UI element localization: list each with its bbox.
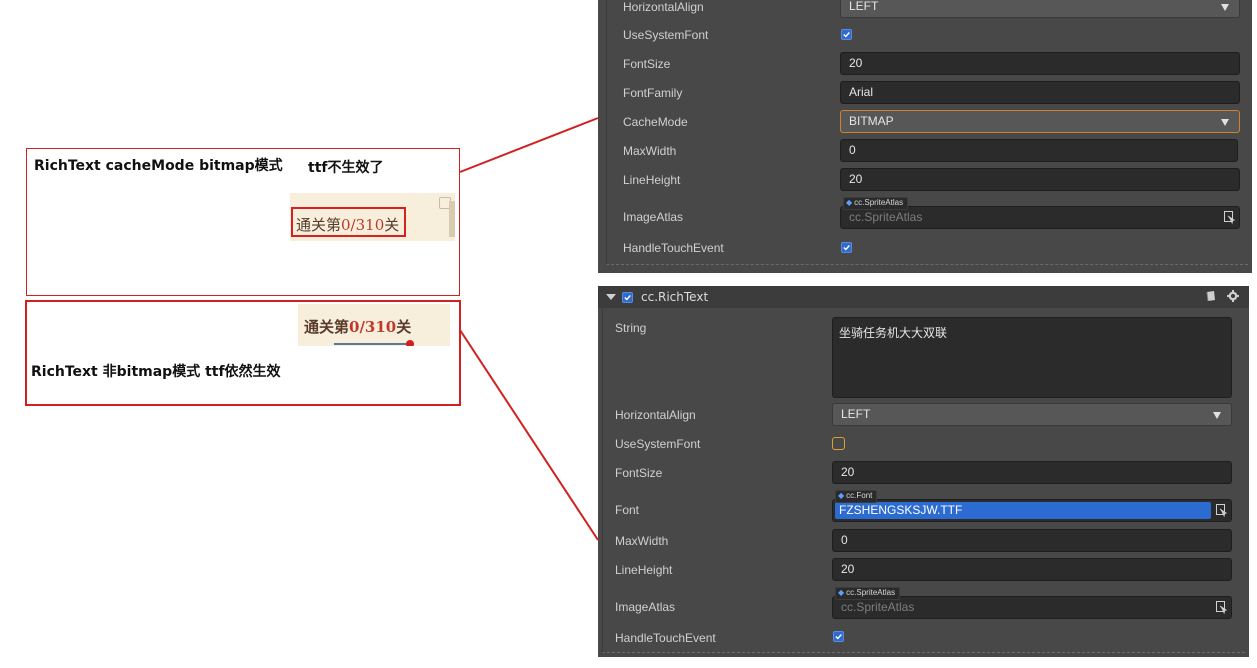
input-max-width[interactable]: 0 — [840, 139, 1238, 162]
input-font-size[interactable]: 20 — [840, 52, 1240, 75]
dropdown-caret-icon — [1221, 4, 1229, 11]
label-cache-mode: CacheMode — [623, 115, 688, 129]
label-horizontal-align: HorizontalAlign — [615, 408, 696, 422]
input-font-size[interactable]: 20 — [832, 461, 1232, 484]
diamond-icon: ◆ — [838, 588, 845, 597]
asset-field-font[interactable]: FZSHENGSKSJW.TTF — [832, 499, 1232, 522]
asset-type-tag: ◆ cc.SpriteAtlas — [843, 197, 909, 210]
checkbox-handle-touch-event[interactable] — [841, 242, 852, 253]
label-image-atlas: ImageAtlas — [623, 210, 684, 224]
label-image-atlas: ImageAtlas — [615, 600, 676, 614]
label-max-width: MaxWidth — [623, 144, 677, 158]
collapse-arrow-icon[interactable] — [606, 294, 616, 300]
select-horizontal-align[interactable]: LEFT — [840, 0, 1240, 18]
help-book-icon[interactable] — [1205, 290, 1217, 302]
label-horizontal-align: HorizontalAlign — [623, 0, 704, 14]
inspector-panel-richtext: cc.RichText String 坐骑任务机大大双联 HorizontalA… — [598, 286, 1249, 657]
asset-picker-icon[interactable] — [1216, 504, 1227, 517]
inspector-panel-top: HorizontalAlign LEFT UseSystemFont FontS… — [598, 0, 1252, 273]
label-use-system-font: UseSystemFont — [623, 28, 709, 42]
input-max-width[interactable]: 0 — [832, 529, 1232, 552]
textarea-string[interactable]: 坐骑任务机大大双联 — [832, 317, 1232, 398]
check-icon — [843, 32, 850, 38]
label-use-system-font: UseSystemFont — [615, 437, 701, 451]
label-line-height: LineHeight — [623, 173, 681, 187]
checkbox-handle-touch-event[interactable] — [833, 631, 844, 642]
label-handle-touch-event: HandleTouchEvent — [615, 631, 716, 645]
select-horizontal-align[interactable]: LEFT — [832, 403, 1232, 426]
connector-line-bottom — [459, 329, 599, 541]
input-line-height[interactable]: 20 — [840, 168, 1240, 191]
label-line-height: LineHeight — [615, 563, 673, 577]
input-font-family[interactable]: Arial — [840, 81, 1240, 104]
diamond-icon: ◆ — [838, 491, 845, 500]
check-icon — [843, 245, 850, 251]
component-enabled-checkbox[interactable] — [622, 291, 633, 303]
dropdown-caret-icon — [1221, 119, 1229, 126]
asset-picker-icon[interactable] — [1224, 211, 1235, 224]
label-font-size: FontSize — [615, 466, 663, 480]
check-icon — [835, 634, 842, 640]
asset-picker-icon[interactable] — [1216, 601, 1227, 614]
label-font-family: FontFamily — [623, 86, 683, 100]
input-line-height[interactable]: 20 — [832, 558, 1232, 581]
dropdown-caret-icon — [1213, 412, 1221, 419]
diamond-icon: ◆ — [846, 198, 853, 207]
checkbox-use-system-font[interactable] — [832, 437, 845, 450]
checkbox-use-system-font[interactable] — [841, 29, 852, 40]
component-title: cc.RichText — [641, 290, 709, 304]
label-font: Font — [615, 503, 640, 517]
component-header[interactable]: cc.RichText — [598, 286, 1249, 308]
font-asset-value: FZSHENGSKSJW.TTF — [835, 502, 1211, 519]
check-icon — [624, 294, 631, 301]
label-string: String — [615, 321, 647, 335]
asset-type-tag: ◆ cc.SpriteAtlas — [835, 587, 901, 600]
gear-icon[interactable] — [1227, 290, 1239, 302]
label-font-size: FontSize — [623, 57, 671, 71]
label-handle-touch-event: HandleTouchEvent — [623, 241, 724, 255]
label-max-width: MaxWidth — [615, 534, 669, 548]
asset-type-tag: ◆ cc.Font — [835, 490, 878, 503]
select-cache-mode[interactable]: BITMAP — [840, 110, 1240, 133]
connector-line-top — [459, 117, 599, 173]
